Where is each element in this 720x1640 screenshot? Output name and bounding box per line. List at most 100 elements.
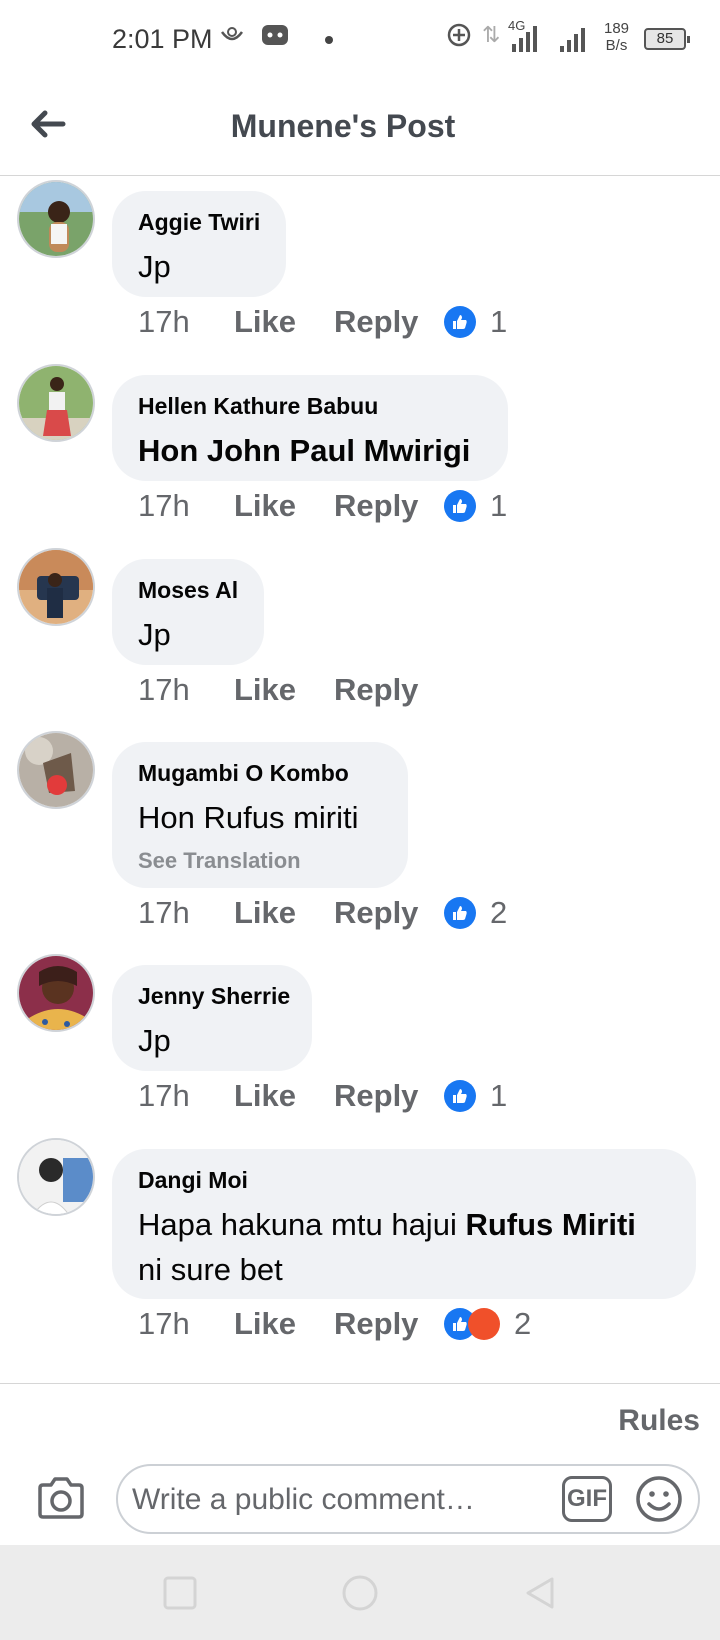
battery-icon: 85	[644, 28, 690, 50]
network-speed: 189 B/s	[604, 20, 629, 54]
thumbs-up-icon	[444, 306, 476, 338]
comment-bubble[interactable]: Hellen Kathure Babuu Hon John Paul Mwiri…	[112, 375, 508, 481]
battery-level: 85	[656, 30, 674, 47]
emoji-button[interactable]	[634, 1474, 684, 1524]
gif-button[interactable]: GIF	[562, 1476, 612, 1522]
reply-button[interactable]: Reply	[334, 1078, 444, 1114]
comment-author[interactable]: Jenny Sherrie	[138, 983, 290, 1010]
like-button[interactable]: Like	[234, 895, 334, 931]
avatar[interactable]	[17, 364, 95, 442]
reply-button[interactable]: Reply	[334, 1306, 444, 1342]
status-time: 2:01 PM	[112, 24, 213, 54]
comment-author[interactable]: Dangi Moi	[138, 1167, 670, 1194]
reaction-count: 1	[490, 304, 508, 339]
comment-actions: 17h Like Reply	[138, 670, 444, 710]
comment-text: Hon John Paul Mwirigi	[138, 433, 471, 468]
comment-actions: 17h Like Reply 1	[138, 1076, 507, 1116]
comment-bubble[interactable]: Moses Al Jp	[112, 559, 264, 665]
comment-composer: Rules Write a public comment… GIF	[0, 1383, 720, 1545]
comment-bubble[interactable]: Jenny Sherrie Jp	[112, 965, 312, 1071]
reaction-summary[interactable]: 1	[444, 488, 507, 524]
comment-text: Jp	[138, 1023, 171, 1058]
reply-button[interactable]: Reply	[334, 672, 444, 708]
comment-actions: 17h Like Reply 1	[138, 486, 507, 526]
comment-text: Hapa hakuna mtu hajui Rufus Miriti ni su…	[138, 1202, 670, 1292]
thumbs-up-icon	[444, 490, 476, 522]
recents-button[interactable]	[160, 1573, 200, 1613]
home-button[interactable]	[340, 1573, 380, 1613]
comment-time[interactable]: 17h	[138, 304, 234, 340]
haha-reaction-icon	[468, 1308, 500, 1340]
reaction-summary[interactable]: 2	[444, 895, 507, 931]
comment-author[interactable]: Moses Al	[138, 577, 238, 604]
notification-icon	[218, 22, 246, 55]
comment-actions: 17h Like Reply 2	[138, 1304, 531, 1344]
comment-bubble[interactable]: Aggie Twiri Jp	[112, 191, 286, 297]
reaction-summary[interactable]: 1	[444, 304, 507, 340]
avatar[interactable]	[17, 180, 95, 258]
smiley-icon	[636, 1476, 682, 1522]
comment-time[interactable]: 17h	[138, 672, 234, 708]
avatar[interactable]	[17, 1138, 95, 1216]
comment-text-part: Hapa hakuna mtu hajui	[138, 1207, 466, 1242]
comment-bubble[interactable]: Dangi Moi Hapa hakuna mtu hajui Rufus Mi…	[112, 1149, 696, 1299]
reply-button[interactable]: Reply	[334, 304, 444, 340]
comment-time[interactable]: 17h	[138, 488, 234, 524]
comment-time[interactable]: 17h	[138, 1078, 234, 1114]
comment-time[interactable]: 17h	[138, 1306, 234, 1342]
comment-input-placeholder: Write a public comment…	[132, 1483, 475, 1516]
camera-icon	[38, 1477, 84, 1519]
status-bar: 2:01 PM ⇅ 4G 189 B/s 85	[0, 0, 720, 80]
like-button[interactable]: Like	[234, 672, 334, 708]
post-header: Munene's Post	[0, 80, 720, 176]
thumbs-up-icon	[444, 897, 476, 929]
like-button[interactable]: Like	[234, 1306, 334, 1342]
like-button[interactable]: Like	[234, 1078, 334, 1114]
comment-author[interactable]: Hellen Kathure Babuu	[138, 393, 482, 420]
reaction-summary[interactable]: 2	[444, 1306, 531, 1342]
reaction-count: 2	[490, 895, 508, 930]
comment-actions: 17h Like Reply 1	[138, 302, 507, 342]
triangle-back-icon	[526, 1577, 554, 1609]
comment-text: Hon Rufus miriti	[138, 800, 359, 835]
network-speed-value: 189	[604, 20, 630, 37]
game-icon	[260, 22, 290, 55]
like-button[interactable]: Like	[234, 304, 334, 340]
network-speed-unit: B/s	[605, 37, 628, 54]
rules-link[interactable]: Rules	[618, 1404, 700, 1438]
avatar[interactable]	[17, 548, 95, 626]
network-type: 4G	[508, 18, 526, 33]
reaction-count: 1	[490, 1078, 508, 1113]
comment-input[interactable]: Write a public comment… GIF	[116, 1464, 700, 1534]
like-button[interactable]: Like	[234, 488, 334, 524]
back-nav-button[interactable]	[520, 1573, 560, 1613]
mentioned-name: Rufus Miriti	[465, 1207, 636, 1242]
avatar[interactable]	[17, 954, 95, 1032]
see-translation-link[interactable]: See Translation	[138, 848, 382, 874]
data-transfer-icon: ⇅	[482, 22, 501, 47]
comment-text: Jp	[138, 249, 171, 284]
comment-bubble[interactable]: Mugambi O Kombo Hon Rufus miriti See Tra…	[112, 742, 408, 888]
thumbs-up-icon	[444, 1080, 476, 1112]
comment-text-part: ni sure bet	[138, 1252, 283, 1287]
comment-author[interactable]: Mugambi O Kombo	[138, 760, 382, 787]
comment-text: Jp	[138, 617, 171, 652]
avatar[interactable]	[17, 731, 95, 809]
comment-actions: 17h Like Reply 2	[138, 893, 507, 933]
reply-button[interactable]: Reply	[334, 488, 444, 524]
reply-button[interactable]: Reply	[334, 895, 444, 931]
reaction-count: 2	[514, 1306, 532, 1341]
signal-strength-2-icon	[560, 24, 585, 52]
page-title: Munene's Post	[230, 108, 456, 144]
notification-dot-icon	[325, 36, 333, 44]
square-icon	[163, 1576, 197, 1610]
comment-time[interactable]: 17h	[138, 895, 234, 931]
comment-author[interactable]: Aggie Twiri	[138, 209, 260, 236]
circle-icon	[342, 1575, 378, 1611]
reaction-summary[interactable]: 1	[444, 1078, 507, 1114]
data-saver-icon	[446, 22, 472, 55]
reaction-count: 1	[490, 488, 508, 523]
comment-list[interactable]: Aggie Twiri Jp 17h Like Reply 1 Hellen K…	[0, 177, 720, 1383]
camera-button[interactable]	[36, 1476, 86, 1520]
system-navigation-bar	[0, 1545, 720, 1640]
